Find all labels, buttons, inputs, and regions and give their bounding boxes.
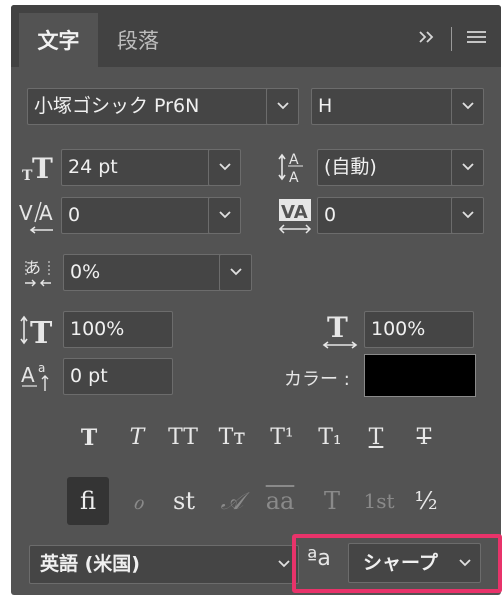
kerning-dropdown[interactable] bbox=[208, 198, 240, 233]
collapse-panel-button[interactable] bbox=[417, 29, 437, 51]
titling-alternates-icon: T bbox=[323, 487, 340, 515]
stylistic-alternates-icon: aa bbox=[265, 487, 295, 515]
baseline-shift-icon: Aa bbox=[21, 358, 57, 396]
language-value: 英語 (米国) bbox=[40, 553, 140, 575]
small-caps-icon: Tт bbox=[218, 425, 246, 450]
tracking-field[interactable]: 0 bbox=[317, 197, 484, 234]
tab-character[interactable]: 文字 bbox=[19, 13, 98, 67]
language-select[interactable]: 英語 (米国) bbox=[29, 545, 299, 584]
tracking-icon: VA bbox=[277, 197, 315, 239]
kerning-icon: VA bbox=[19, 198, 59, 240]
leading-icon: AA bbox=[277, 148, 315, 188]
ordinals-icon: 1st bbox=[363, 489, 395, 513]
font-style-value: H bbox=[318, 95, 333, 117]
swash-button[interactable]: 𝒜 bbox=[211, 477, 253, 525]
tsume-value: 0% bbox=[70, 261, 101, 283]
horizontal-scale-icon: T bbox=[321, 311, 361, 355]
leading-value: (自動) bbox=[324, 156, 377, 178]
font-style-dropdown[interactable] bbox=[451, 89, 483, 124]
svg-text:a: a bbox=[38, 361, 45, 375]
svg-text:V: V bbox=[19, 201, 33, 225]
horizontal-scale-value: 100% bbox=[371, 318, 426, 340]
faux-italic-icon: T bbox=[129, 425, 145, 450]
baseline-shift-field[interactable]: 0 pt bbox=[63, 358, 173, 395]
strikethrough-icon: T bbox=[416, 425, 432, 450]
superscript-icon: T¹ bbox=[270, 425, 294, 450]
font-size-value: 24 pt bbox=[68, 156, 118, 178]
color-label: カラー : bbox=[284, 369, 350, 390]
svg-text:VA: VA bbox=[281, 202, 308, 223]
small-caps-button[interactable]: Tт bbox=[213, 425, 251, 455]
underline-button[interactable]: T bbox=[357, 425, 395, 455]
leading-field[interactable]: (自動) bbox=[317, 149, 484, 186]
ordinals-button[interactable]: 1st bbox=[353, 477, 405, 525]
all-caps-button[interactable]: TT bbox=[164, 425, 202, 455]
color-swatch[interactable] bbox=[364, 354, 476, 397]
ligature-fi-icon: fi bbox=[79, 487, 96, 515]
tsume-field[interactable]: 0% bbox=[63, 254, 252, 291]
vertical-scale-field[interactable]: 100% bbox=[63, 311, 173, 348]
underline-icon: T bbox=[368, 425, 384, 450]
chevron-down-icon bbox=[219, 211, 231, 219]
subscript-button[interactable]: T₁ bbox=[311, 425, 349, 455]
font-size-icon: TT bbox=[21, 148, 57, 186]
hamburger-menu-icon bbox=[467, 31, 486, 43]
contextual-alternates-icon: ℴ bbox=[132, 487, 144, 515]
svg-text:T: T bbox=[327, 311, 348, 344]
strikethrough-button[interactable]: T bbox=[405, 425, 443, 455]
chevron-down-icon bbox=[230, 268, 242, 276]
svg-text:T: T bbox=[30, 316, 53, 347]
faux-bold-button[interactable]: T bbox=[70, 425, 108, 455]
tab-paragraph[interactable]: 段落 bbox=[98, 13, 178, 67]
discretionary-ligature-icon: st bbox=[173, 487, 195, 515]
discretionary-ligatures-button[interactable]: st bbox=[163, 477, 205, 525]
font-family-dropdown[interactable] bbox=[266, 89, 298, 124]
chevron-down-icon bbox=[462, 102, 474, 110]
double-chevron-icon bbox=[419, 31, 434, 43]
fractions-icon: ½ bbox=[414, 487, 438, 515]
chevron-down-icon bbox=[462, 163, 474, 171]
horizontal-scale-field[interactable]: 100% bbox=[364, 311, 474, 348]
svg-text:あ: あ bbox=[25, 258, 41, 277]
fractions-button[interactable]: ½ bbox=[405, 477, 447, 525]
svg-text:A: A bbox=[289, 170, 299, 184]
contextual-alternates-button[interactable]: ℴ bbox=[117, 477, 159, 525]
font-size-field[interactable]: 24 pt bbox=[61, 149, 241, 186]
chevron-down-icon bbox=[462, 211, 474, 219]
standard-ligatures-button[interactable]: fi bbox=[67, 477, 109, 525]
font-family-value: 小塚ゴシック Pr6N bbox=[34, 95, 200, 117]
chevron-down-icon bbox=[277, 102, 289, 110]
kerning-value: 0 bbox=[68, 204, 81, 226]
swash-icon: 𝒜 bbox=[220, 487, 244, 515]
faux-italic-button[interactable]: T bbox=[118, 425, 156, 455]
chevron-down-icon bbox=[278, 560, 290, 568]
all-caps-icon: TT bbox=[168, 425, 198, 450]
svg-text:A: A bbox=[39, 201, 53, 225]
superscript-button[interactable]: T¹ bbox=[263, 425, 301, 455]
vertical-scale-icon: T bbox=[19, 313, 57, 351]
subscript-icon: T₁ bbox=[318, 425, 342, 450]
stylistic-alternates-button[interactable]: aa bbox=[259, 477, 301, 525]
highlight-box bbox=[292, 534, 502, 593]
font-style-select[interactable]: H bbox=[311, 88, 484, 125]
tsume-dropdown[interactable] bbox=[219, 255, 251, 290]
kerning-field[interactable]: 0 bbox=[61, 197, 241, 234]
tab-divider bbox=[451, 27, 452, 51]
panel-tab-bar: 文字 段落 bbox=[11, 5, 501, 67]
svg-text:T: T bbox=[32, 152, 53, 182]
vertical-scale-value: 100% bbox=[70, 318, 125, 340]
chevron-down-icon bbox=[219, 163, 231, 171]
faux-bold-icon: T bbox=[80, 425, 98, 451]
tracking-dropdown[interactable] bbox=[451, 198, 483, 233]
baseline-shift-value: 0 pt bbox=[70, 365, 108, 387]
character-panel: 文字 段落 小塚ゴシック Pr6N H TT 24 pt AA (自動) VA bbox=[11, 5, 501, 595]
tracking-value: 0 bbox=[324, 204, 337, 226]
leading-dropdown[interactable] bbox=[451, 150, 483, 185]
titling-alternates-button[interactable]: T bbox=[311, 477, 353, 525]
svg-text:A: A bbox=[21, 363, 35, 387]
font-family-select[interactable]: 小塚ゴシック Pr6N bbox=[27, 88, 299, 125]
panel-menu-button[interactable] bbox=[466, 29, 488, 51]
tsume-icon: あ bbox=[23, 255, 55, 293]
font-size-dropdown[interactable] bbox=[208, 150, 240, 185]
